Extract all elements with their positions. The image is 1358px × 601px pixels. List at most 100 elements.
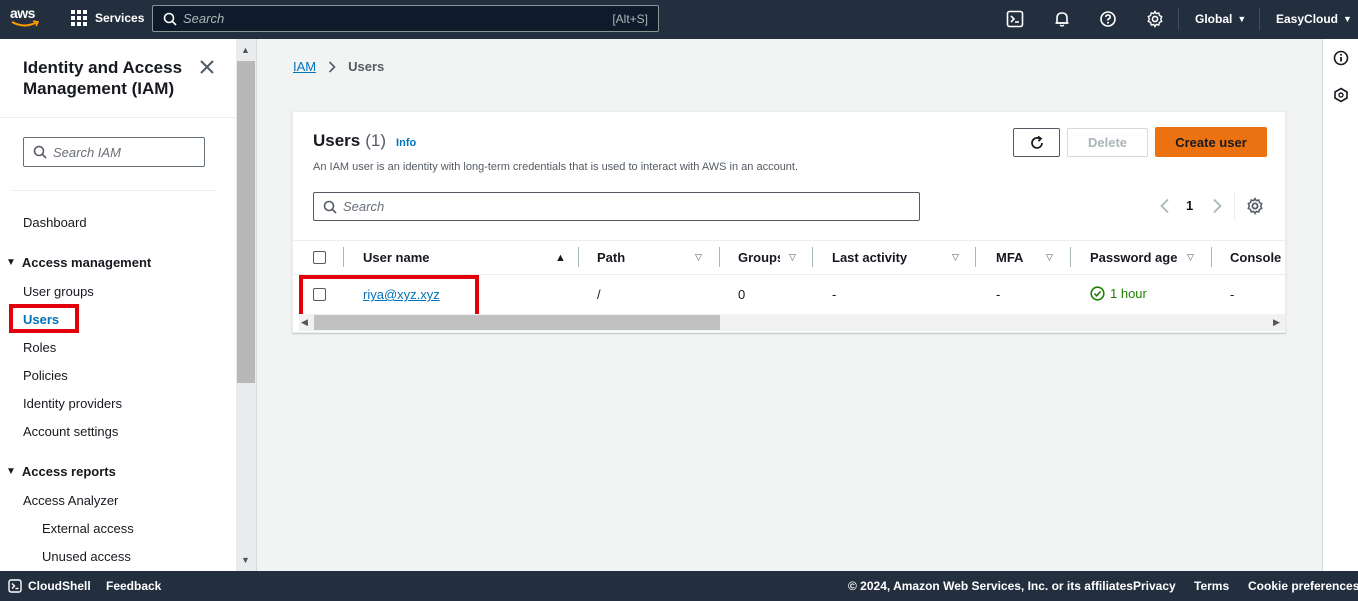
scroll-left-icon[interactable]: ◀	[301, 317, 308, 328]
cell-mfa: -	[996, 287, 1001, 302]
column-divider	[719, 247, 720, 267]
column-mfa[interactable]: MFA	[996, 250, 1023, 265]
sidebar-item-account-settings[interactable]: Account settings	[23, 424, 118, 439]
highlight-box-users	[9, 304, 79, 333]
select-all-checkbox[interactable]	[313, 251, 326, 264]
column-console[interactable]: Console l	[1230, 250, 1285, 265]
cell-last-activity: -	[832, 287, 837, 302]
users-panel: Users (1) Info An IAM user is an identit…	[292, 111, 1286, 333]
section-label: Access management	[21, 255, 152, 270]
hexagon-icon[interactable]	[1333, 87, 1349, 103]
gear-icon[interactable]	[1246, 197, 1264, 215]
iam-search-input[interactable]	[53, 144, 193, 160]
cookie-preferences-link[interactable]: Cookie preferences	[1248, 579, 1358, 593]
cell-console: -	[1230, 287, 1235, 302]
region-label: Global	[1195, 12, 1233, 26]
users-count: (1)	[365, 131, 387, 150]
sidebar-scrollbar[interactable]: ▲ ▼	[236, 39, 256, 571]
sort-icon[interactable]: ▽	[952, 252, 959, 263]
sort-icon[interactable]: ▽	[1187, 252, 1194, 263]
refresh-button[interactable]	[1013, 128, 1060, 157]
nav-separator	[1178, 8, 1179, 30]
iam-search[interactable]	[23, 137, 205, 167]
chevron-right-icon	[329, 60, 336, 73]
caret-down-icon: ▼	[6, 257, 16, 268]
sidebar-item-identity-providers[interactable]: Identity providers	[23, 396, 122, 411]
search-icon	[163, 12, 177, 26]
sidebar-item-access-analyzer[interactable]: Access Analyzer	[23, 493, 118, 508]
sidebar-item-roles[interactable]: Roles	[23, 340, 56, 355]
global-search[interactable]: [Alt+S]	[152, 5, 659, 32]
sort-icon[interactable]: ▽	[695, 252, 702, 263]
password-age-value: 1 hour	[1110, 286, 1147, 301]
sidebar-item-dashboard[interactable]: Dashboard	[23, 215, 87, 230]
column-divider	[1211, 247, 1212, 267]
page-number[interactable]: 1	[1186, 198, 1193, 213]
highlight-box-user	[299, 275, 479, 318]
close-icon[interactable]	[199, 59, 215, 75]
scrollbar-thumb[interactable]	[314, 315, 720, 330]
settings-icon[interactable]	[1146, 10, 1164, 28]
panel-description: An IAM user is an identity with long-ter…	[313, 161, 799, 173]
users-search[interactable]	[313, 192, 920, 221]
info-icon[interactable]	[1333, 50, 1349, 66]
column-last-activity[interactable]: Last activity	[832, 250, 907, 265]
services-menu[interactable]: Services	[71, 10, 144, 26]
section-access-reports[interactable]: ▼ Access reports	[6, 464, 116, 479]
aws-logo[interactable]: aws	[10, 6, 42, 32]
bell-icon[interactable]	[1053, 10, 1071, 28]
aws-smile-icon	[11, 20, 39, 27]
breadcrumb-iam[interactable]: IAM	[293, 59, 316, 74]
feedback-link[interactable]: Feedback	[106, 579, 161, 593]
column-user-name[interactable]: User name	[363, 250, 429, 265]
terms-link[interactable]: Terms	[1194, 579, 1229, 593]
global-search-input[interactable]	[183, 11, 613, 26]
column-divider	[1070, 247, 1071, 267]
sidebar-item-external-access[interactable]: External access	[42, 521, 134, 536]
sidebar-item-policies[interactable]: Policies	[23, 368, 68, 383]
account-menu[interactable]: EasyCloud ▼	[1276, 12, 1352, 26]
region-selector[interactable]: Global ▼	[1195, 12, 1246, 26]
caret-down-icon: ▼	[1343, 14, 1352, 24]
cloudshell-link[interactable]: CloudShell	[28, 579, 91, 593]
info-link[interactable]: Info	[396, 137, 416, 149]
sort-icon[interactable]: ▽	[789, 252, 796, 263]
sidebar-item-unused-access[interactable]: Unused access	[42, 549, 131, 564]
scroll-down-icon[interactable]: ▼	[241, 555, 250, 565]
top-navigation: aws Services [Alt+S] Global ▼ EasyCloud ▼	[0, 0, 1358, 39]
grid-icon	[71, 10, 87, 26]
refresh-icon	[1030, 135, 1043, 149]
scrollbar-thumb[interactable]	[237, 61, 255, 383]
column-divider	[975, 247, 976, 267]
scroll-up-icon[interactable]: ▲	[241, 45, 250, 55]
breadcrumb-current: Users	[348, 59, 385, 74]
column-divider	[812, 247, 813, 267]
account-label: EasyCloud	[1276, 12, 1339, 26]
sort-icon[interactable]: ▽	[1046, 252, 1053, 263]
column-groups[interactable]: Groups	[738, 250, 780, 265]
sidebar-item-user-groups[interactable]: User groups	[23, 284, 94, 299]
help-icon[interactable]	[1099, 10, 1117, 28]
chevron-right-icon[interactable]	[1210, 198, 1224, 214]
privacy-link[interactable]: Privacy	[1133, 579, 1176, 593]
nav-separator	[1259, 8, 1260, 30]
sort-ascending-icon[interactable]: ▲	[555, 252, 566, 264]
column-path[interactable]: Path	[597, 250, 625, 265]
table-horizontal-scrollbar[interactable]: ◀ ▶	[299, 314, 1285, 331]
column-password-age[interactable]: Password age	[1090, 250, 1177, 265]
divider	[256, 39, 257, 571]
section-access-management[interactable]: ▼ Access management	[6, 255, 151, 270]
chevron-left-icon[interactable]	[1158, 198, 1172, 214]
breadcrumb: IAM Users	[293, 59, 384, 74]
caret-down-icon: ▼	[6, 466, 16, 477]
users-search-input[interactable]	[343, 199, 919, 214]
scroll-right-icon[interactable]: ▶	[1273, 317, 1280, 328]
cloudshell-icon[interactable]	[1006, 10, 1024, 28]
search-icon	[323, 200, 337, 214]
create-user-button[interactable]: Create user	[1155, 127, 1267, 157]
section-label: Access reports	[21, 464, 116, 479]
table-header: User name ▲ Path ▽ Groups ▽ Last activit…	[293, 240, 1285, 275]
divider	[1234, 192, 1235, 220]
copyright-text: © 2024, Amazon Web Services, Inc. or its…	[848, 579, 1137, 593]
delete-button[interactable]: Delete	[1067, 128, 1148, 157]
